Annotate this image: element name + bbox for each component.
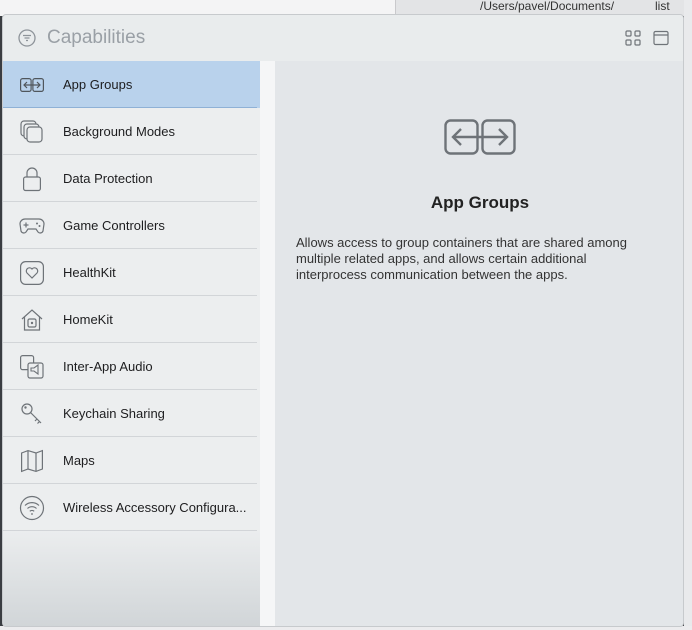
- sidebar-item-inter-app-audio[interactable]: Inter-App Audio: [3, 343, 260, 390]
- sidebar-empty-area: [3, 528, 260, 626]
- split-divider[interactable]: [260, 61, 275, 626]
- sidebar-item-label: Data Protection: [63, 171, 153, 186]
- background-right-text: list: [655, 0, 670, 13]
- sidebar-item-label: App Groups: [63, 77, 133, 92]
- sidebar-item-homekit[interactable]: HomeKit: [3, 296, 260, 343]
- panel-view-icon[interactable]: [653, 30, 669, 46]
- lock-icon: [19, 166, 45, 192]
- gamepad-icon: [19, 213, 45, 239]
- detail-title: App Groups: [430, 193, 530, 212]
- audio-icon: [19, 354, 45, 380]
- background-modes-icon: [19, 119, 45, 145]
- sidebar-item-label: Maps: [63, 453, 95, 468]
- sidebar-item-label: HomeKit: [63, 312, 113, 327]
- sidebar-item-healthkit[interactable]: HealthKit: [3, 249, 260, 296]
- titlebar: Capabilities: [3, 15, 683, 61]
- background-path-text: /Users/pavel/Documents/: [480, 0, 615, 13]
- sidebar-item-wireless-accessory[interactable]: Wireless Accessory Configura...: [3, 484, 260, 531]
- sidebar-item-data-protection[interactable]: Data Protection: [3, 155, 260, 202]
- sidebar-item-maps[interactable]: Maps: [3, 437, 260, 484]
- sidebar-item-keychain-sharing[interactable]: Keychain Sharing: [3, 390, 260, 437]
- grid-view-icon[interactable]: [625, 30, 641, 46]
- sidebar-item-label: Background Modes: [63, 124, 176, 139]
- sidebar-item-label: Wireless Accessory Configura...: [63, 500, 247, 515]
- wireless-icon: [19, 495, 45, 521]
- capabilities-list: App Groups Background Modes Data Protect…: [3, 61, 260, 626]
- app-groups-icon: [19, 72, 45, 98]
- detail-description: Allows access to group containers that a…: [296, 235, 627, 282]
- sidebar-item-label: Game Controllers: [63, 218, 165, 233]
- sidebar-item-background-modes[interactable]: Background Modes: [3, 108, 260, 155]
- map-icon: [19, 448, 45, 474]
- home-icon: [19, 307, 45, 333]
- detail-pane: App Groups Allows access to group contai…: [275, 61, 683, 626]
- filter-icon[interactable]: [18, 29, 36, 47]
- sidebar-item-label: Keychain Sharing: [63, 406, 165, 421]
- sidebar-item-app-groups[interactable]: App Groups: [3, 61, 260, 108]
- capabilities-popover: Capabilities App Groups Background Modes…: [2, 14, 684, 627]
- background-edge: [684, 0, 692, 630]
- key-icon: [19, 401, 45, 427]
- heart-icon: [19, 260, 45, 286]
- page-title: Capabilities: [47, 27, 146, 48]
- sidebar-item-game-controllers[interactable]: Game Controllers: [3, 202, 260, 249]
- app-groups-icon: [444, 119, 516, 155]
- sidebar-item-label: Inter-App Audio: [63, 359, 153, 374]
- sidebar-item-label: HealthKit: [63, 265, 116, 280]
